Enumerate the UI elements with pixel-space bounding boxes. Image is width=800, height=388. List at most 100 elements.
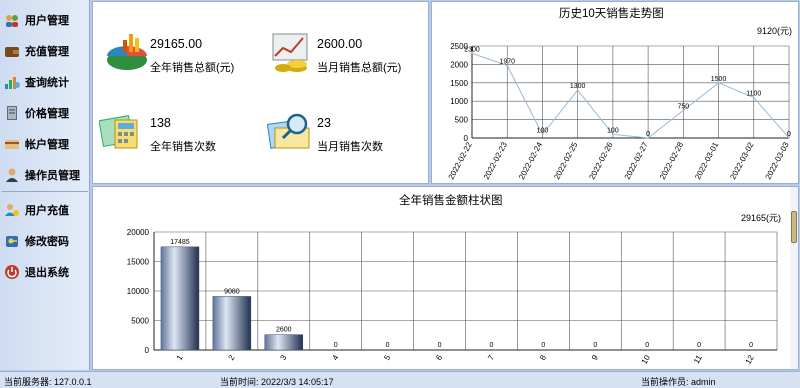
trend-x-tick-label: 2022-02-28: [658, 140, 685, 181]
sidebar-item-label: 价格管理: [25, 108, 69, 120]
sidebar-item-label: 充值管理: [25, 46, 69, 58]
trend-chart-panel: 历史10天销售走势图 9120(元) 0 500 1000 1500 2000 2500 2…: [431, 1, 799, 184]
bar-x-tick-label: 4: [330, 353, 340, 362]
calculator-icon: [98, 108, 143, 155]
bar: [160, 246, 200, 351]
trend-y-tick-label: 500: [455, 116, 469, 125]
year-count-value: 138: [150, 116, 171, 130]
trend-series-line: [471, 52, 790, 139]
trend-y-tick-label: 1000: [450, 97, 468, 106]
sidebar-item-label: 退出系统: [25, 267, 69, 279]
trend-data-label: 1300: [570, 83, 586, 90]
sidebar-divider: [2, 191, 88, 192]
trend-x-tick-label: 2022-03-02: [728, 140, 755, 181]
trend-y-tick-label: 2000: [450, 60, 468, 69]
bar-value-label: 0: [749, 342, 753, 349]
sidebar-item-user-management[interactable]: 用户管理: [4, 9, 88, 31]
operator-icon: [4, 167, 20, 183]
bar-x-tick-label: 12: [744, 353, 757, 366]
trend-x-tick-label: 2022-03-01: [693, 140, 720, 181]
bar: [212, 296, 252, 351]
sidebar-item-label: 操作员管理: [25, 170, 80, 182]
trend-data-label: 2300: [464, 46, 480, 53]
trend-x-tick-label: 2022-02-25: [552, 140, 579, 181]
sidebar-item-operator-management[interactable]: 操作员管理: [4, 164, 88, 186]
bar-x-tick-label: 1: [175, 353, 185, 362]
trend-data-label: 1970: [499, 59, 515, 66]
year-total-label: 全年销售总额(元): [150, 62, 235, 74]
sidebar-item-change-password[interactable]: 修改密码: [4, 230, 88, 252]
status-time: 当前时间: 2022/3/3 14:05:17: [220, 377, 334, 387]
trend-x-tick-label: 2022-02-27: [623, 140, 650, 181]
sidebar-item-price-management[interactable]: 价格管理: [4, 102, 88, 124]
sidebar-item-label: 用户充值: [25, 205, 69, 217]
sidebar-item-label: 修改密码: [25, 236, 69, 248]
trend-data-label: 750: [677, 103, 689, 110]
vertical-scrollbar[interactable]: [790, 187, 798, 369]
sidebar-item-account-management[interactable]: 帐户管理: [4, 133, 88, 155]
trend-x-tick-label: 2022-02-22: [447, 140, 474, 181]
trend-x-tick-label: 2022-02-26: [587, 140, 614, 181]
trend-y-tick-label: 1500: [450, 79, 468, 88]
bar-x-tick-label: 10: [640, 353, 653, 366]
bar-x-tick-label: 8: [538, 353, 548, 362]
trend-data-label: 1100: [746, 91, 761, 98]
trend-data-label: 0: [787, 131, 791, 138]
bar-y-tick-label: 0: [145, 346, 150, 355]
pie-chart-icon: [105, 30, 149, 77]
trend-x-tick-label: 2022-02-23: [482, 140, 509, 181]
trend-line-chart: 050010001500200025002022-02-22 2022-02-23…: [447, 42, 791, 181]
bar-x-tick-label: 11: [692, 353, 704, 365]
year-total-value: 29165.00: [150, 37, 203, 51]
sidebar-item-label: 查询统计: [25, 77, 69, 89]
bar-y-tick-label: 15000: [127, 258, 150, 267]
bar-x-tick-label: 9: [590, 353, 600, 362]
status-bar: 当前服务器: 127.0.0.1 当前时间: 2022/3/3 14:05:17…: [0, 371, 800, 388]
bar-x-tick-label: 6: [434, 353, 444, 362]
status-operator: 当前操作员: admin: [641, 377, 716, 387]
sidebar-item-recharge-management[interactable]: 充值管理: [4, 40, 88, 62]
bar-value-label: 0: [334, 342, 338, 349]
bar-value-label: 0: [490, 342, 494, 349]
bar-value-label: 0: [645, 342, 649, 349]
sidebar-item-user-recharge[interactable]: 用户充值: [4, 199, 88, 221]
bar: [264, 334, 304, 351]
month-count-label: 当月销售次数: [317, 141, 383, 153]
power-icon: [4, 264, 20, 280]
sidebar: 用户管理 充值管理 查询统计 价格管理 帐户管理 操作员管理 用户充值 修改密码…: [0, 0, 90, 370]
bar-value-label: 17485: [170, 239, 190, 246]
recharge-icon: [4, 202, 20, 218]
wallet-icon: [4, 43, 20, 59]
status-server: 当前服务器: 127.0.0.1: [4, 377, 92, 387]
bar-y-tick-label: 20000: [127, 228, 150, 237]
month-total-value: 2600.00: [317, 37, 363, 51]
trend-data-label: 1500: [711, 76, 727, 83]
price-book-icon: [4, 105, 20, 121]
users-icon: [4, 12, 20, 28]
bar-value-label: 2600: [276, 327, 292, 334]
money-chart-icon: [269, 30, 313, 77]
bar-value-label: 0: [593, 342, 597, 349]
trend-data-label: 100: [537, 127, 549, 134]
trend-data-label: 0: [646, 131, 650, 138]
bar-value-label: 0: [386, 342, 390, 349]
stats-panel: 29165.00 全年销售总额(元) 2600.00 当月销售总额(元) 138…: [92, 1, 429, 184]
bar-x-tick-label: 5: [382, 353, 392, 362]
trend-x-tick-label: 2022-02-24: [517, 140, 544, 181]
trend-data-label: 100: [607, 127, 619, 134]
account-card-icon: [4, 136, 20, 152]
bar-value-label: 0: [541, 342, 545, 349]
sidebar-item-label: 帐户管理: [25, 139, 69, 151]
trend-x-tick-label: 2022-03-03: [764, 140, 791, 181]
bar-y-tick-label: 5000: [131, 317, 149, 326]
scrollbar-thumb[interactable]: [791, 211, 797, 243]
bar-x-tick-label: 3: [279, 353, 289, 362]
sidebar-item-query-statistics[interactable]: 查询统计: [4, 71, 88, 93]
sidebar-item-exit[interactable]: 退出系统: [4, 261, 88, 283]
bar-value-label: 0: [697, 342, 701, 349]
bar-chart-panel: 全年销售金额柱状图 29165(元) 0 5000 10000 15000 20000 1…: [92, 186, 799, 370]
bar-value-label: 0: [438, 342, 442, 349]
key-icon: [4, 233, 20, 249]
bar-x-tick-label: 2: [227, 353, 237, 362]
sidebar-item-label: 用户管理: [25, 15, 69, 27]
